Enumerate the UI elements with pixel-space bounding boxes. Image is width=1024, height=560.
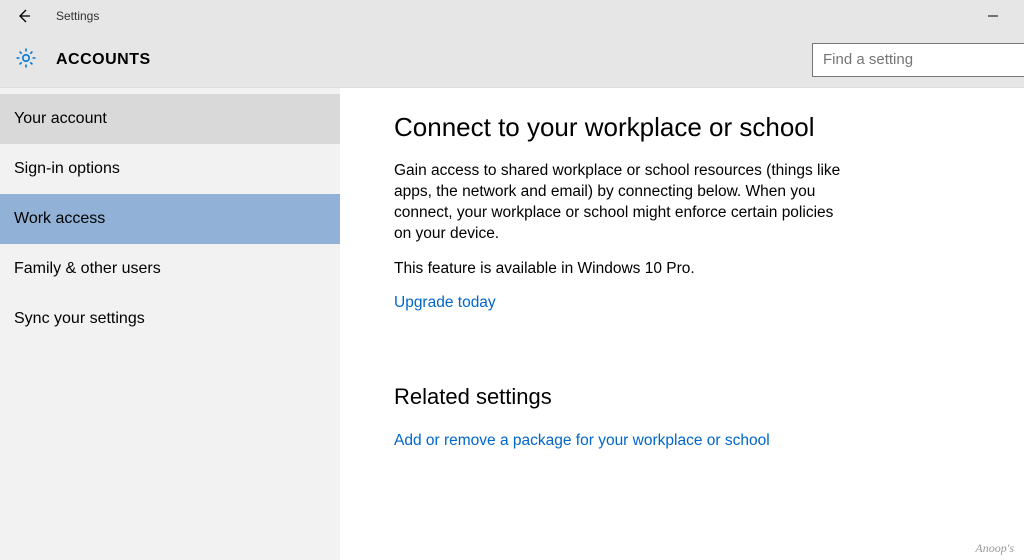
window-title: Settings [56, 9, 99, 23]
sidebar-item-sign-in-options[interactable]: Sign-in options [0, 144, 340, 194]
minimize-button[interactable] [970, 0, 1016, 32]
related-settings-heading: Related settings [394, 384, 1024, 410]
sidebar-item-work-access[interactable]: Work access [0, 194, 340, 244]
upgrade-link[interactable]: Upgrade today [394, 294, 1024, 312]
sidebar-item-label: Work access [14, 210, 105, 228]
related-settings-link[interactable]: Add or remove a package for your workpla… [394, 432, 1024, 450]
watermark: Anoop's [975, 541, 1014, 556]
sidebar-item-label: Sync your settings [14, 310, 145, 328]
sidebar-item-family-other-users[interactable]: Family & other users [0, 244, 340, 294]
sidebar-item-label: Family & other users [14, 260, 161, 278]
main-content: Connect to your workplace or school Gain… [340, 88, 1024, 560]
sidebar: Your account Sign-in options Work access… [0, 88, 340, 560]
sidebar-item-label: Your account [14, 110, 107, 128]
minimize-icon [988, 11, 998, 21]
gear-icon [14, 46, 38, 74]
sidebar-item-label: Sign-in options [14, 160, 120, 178]
sidebar-item-sync-your-settings[interactable]: Sync your settings [0, 294, 340, 344]
sidebar-item-your-account[interactable]: Your account [0, 94, 340, 144]
section-title: ACCOUNTS [56, 51, 151, 69]
body: Your account Sign-in options Work access… [0, 88, 1024, 560]
availability-text: This feature is available in Windows 10 … [394, 259, 854, 280]
search-container [812, 43, 1024, 77]
page-heading: Connect to your workplace or school [394, 112, 1024, 143]
header: ACCOUNTS [0, 32, 1024, 88]
description-text: Gain access to shared workplace or schoo… [394, 161, 854, 245]
back-button[interactable] [8, 0, 40, 32]
titlebar: Settings [0, 0, 1024, 32]
back-arrow-icon [16, 8, 32, 24]
window-controls [970, 0, 1016, 32]
search-input[interactable] [812, 43, 1024, 77]
